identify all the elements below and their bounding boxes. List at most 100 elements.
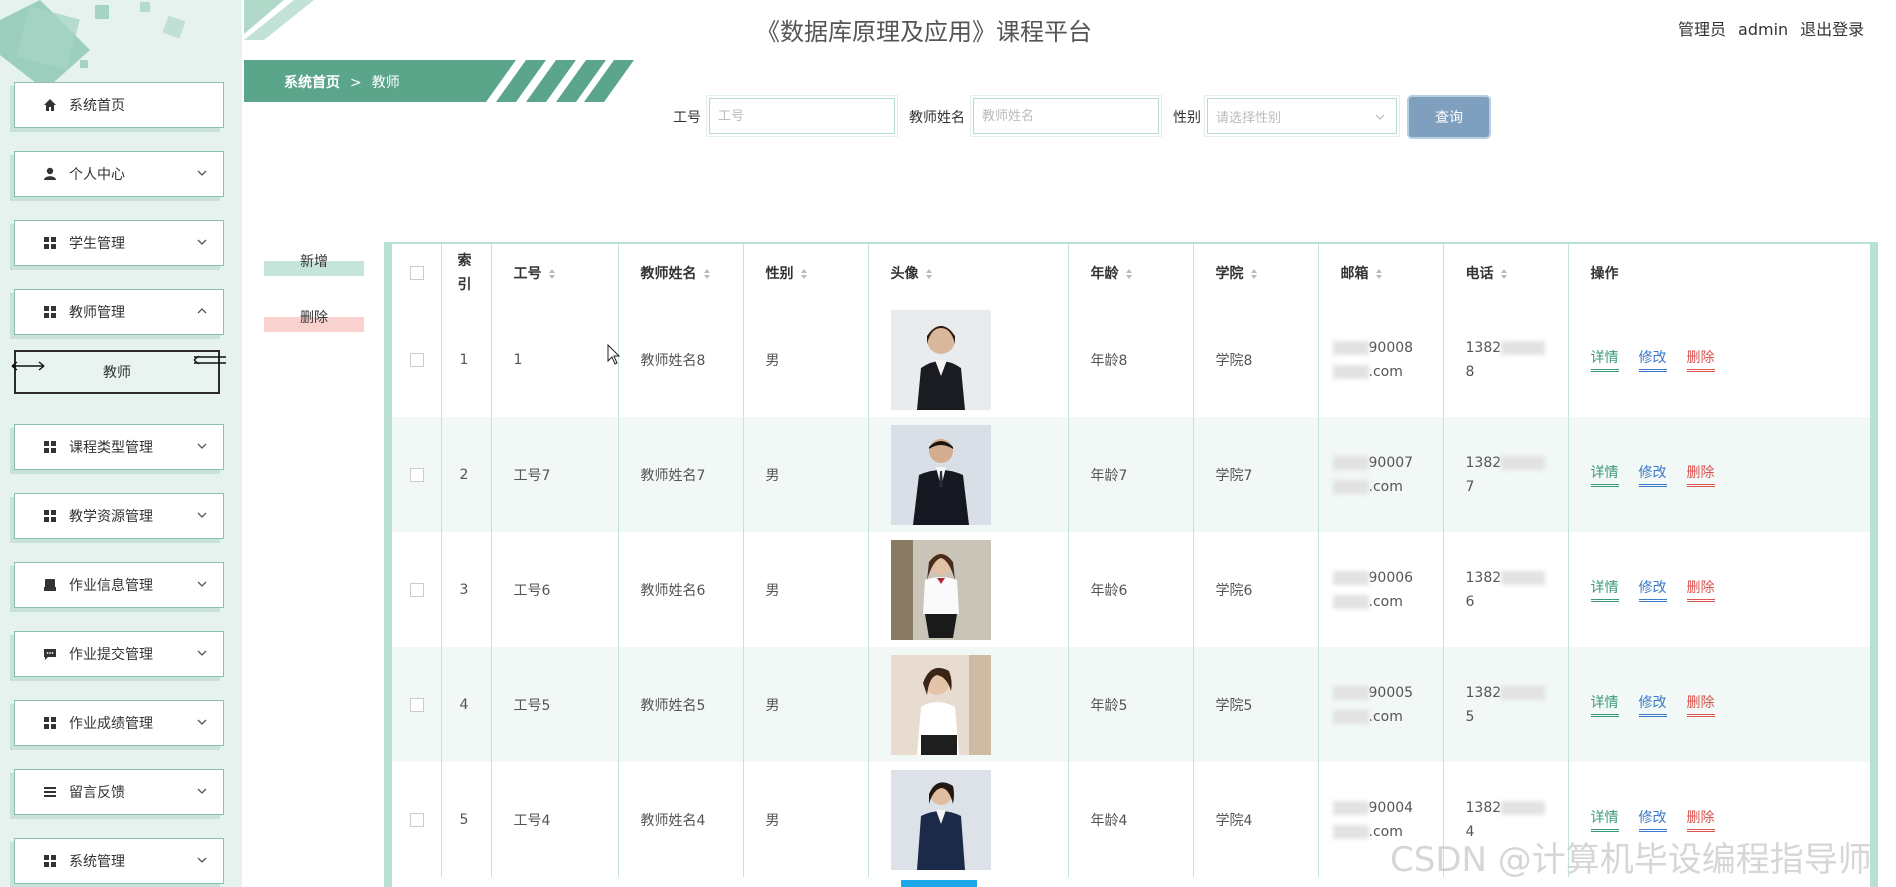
teacher-avatar-image [890, 769, 991, 870]
email-redacted [1332, 570, 1369, 585]
delete-link[interactable]: 删除 [1686, 692, 1715, 717]
row-checkbox[interactable] [410, 582, 424, 597]
delete-link[interactable]: 删除 [1686, 807, 1715, 832]
table-row: 4 工号5 教师姓名5 男 年龄5 学院5 90005 .com 1382 5 [392, 647, 1870, 762]
sidebar-item-course-type-management[interactable]: 课程类型管理 [14, 424, 224, 470]
chat-icon [41, 645, 59, 663]
email-part-2: .com [1368, 363, 1403, 380]
chevron-up-icon [197, 308, 207, 314]
sort-icon[interactable] [925, 268, 933, 280]
detail-link[interactable]: 详情 [1590, 577, 1619, 602]
sidebar-item-homework-info-management[interactable]: 作业信息管理 [14, 562, 224, 608]
email-redacted [1332, 594, 1369, 609]
grid-icon [41, 234, 59, 252]
sidebar-item-system-management[interactable]: 系统管理 [14, 838, 224, 884]
next-avatar-peek [901, 880, 977, 887]
mouse-cursor-icon [607, 344, 621, 365]
cell-college: 学院7 [1193, 417, 1319, 532]
email-redacted [1332, 800, 1369, 815]
teacher-avatar-image [890, 539, 991, 640]
sidebar-item-teacher-management[interactable]: 教师管理 [14, 289, 224, 335]
delete-link[interactable]: 删除 [1686, 577, 1715, 602]
delete-button[interactable]: 删除 [264, 302, 364, 332]
cell-name: 教师姓名6 [618, 532, 744, 647]
sort-icon[interactable] [800, 268, 808, 280]
breadcrumb-home[interactable]: 系统首页 [284, 75, 340, 91]
query-button[interactable]: 查询 [1409, 97, 1489, 137]
header-college-label: 学院 [1215, 266, 1244, 282]
search-id-input[interactable] [706, 95, 898, 137]
sort-icon[interactable] [703, 268, 711, 280]
header-email-label: 邮箱 [1340, 266, 1369, 282]
header-user-area: 管理员 admin 退出登录 [1678, 16, 1876, 40]
chevron-down-icon [197, 443, 207, 449]
phone-part-1: 1382 [1465, 569, 1502, 586]
header-college[interactable]: 学院 [1193, 244, 1319, 302]
row-checkbox[interactable] [410, 467, 424, 482]
chevron-down-icon [197, 512, 207, 518]
edit-link[interactable]: 修改 [1638, 692, 1667, 717]
sidebar-item-homework-submission-management[interactable]: 作业提交管理 [14, 631, 224, 677]
header-gender[interactable]: 性别 [743, 244, 869, 302]
edit-link[interactable]: 修改 [1638, 807, 1667, 832]
cell-age: 年龄5 [1068, 647, 1194, 762]
sidebar-item-homework-grade-management[interactable]: 作业成绩管理 [14, 700, 224, 746]
sort-icon[interactable] [1375, 268, 1383, 280]
inbox-icon [41, 576, 59, 594]
phone-part-2: 8 [1465, 363, 1475, 380]
edit-link[interactable]: 修改 [1638, 577, 1667, 602]
select-all-checkbox[interactable] [410, 266, 424, 280]
header-age[interactable]: 年龄 [1068, 244, 1194, 302]
phone-part-1: 1382 [1465, 799, 1502, 816]
email-redacted [1332, 479, 1369, 494]
delete-link[interactable]: 删除 [1686, 347, 1715, 372]
sort-icon[interactable] [1250, 268, 1258, 280]
header-avatar[interactable]: 头像 [868, 244, 1069, 302]
row-checkbox[interactable] [410, 697, 424, 712]
cell-id: 工号7 [491, 417, 619, 532]
row-checkbox[interactable] [410, 812, 424, 827]
sort-icon[interactable] [548, 268, 556, 280]
row-checkbox[interactable] [410, 352, 424, 367]
detail-link[interactable]: 详情 [1590, 347, 1619, 372]
sidebar-item-home[interactable]: 系统首页 [14, 82, 224, 128]
phone-redacted [1501, 455, 1546, 470]
cell-avatar [868, 532, 1069, 647]
phone-part-2: 6 [1465, 593, 1475, 610]
resize-arrows-icon [193, 355, 226, 365]
detail-link[interactable]: 详情 [1590, 692, 1619, 717]
header-name[interactable]: 教师姓名 [618, 244, 744, 302]
cell-gender: 男 [743, 532, 869, 647]
edit-link[interactable]: 修改 [1638, 462, 1667, 487]
search-name-input[interactable] [970, 95, 1162, 137]
header-phone[interactable]: 电话 [1443, 244, 1569, 302]
header-id[interactable]: 工号 [491, 244, 619, 302]
email-part-2: .com [1368, 593, 1403, 610]
sidebar-item-label: 教学资源管理 [69, 509, 153, 525]
sort-icon[interactable] [1500, 268, 1508, 280]
detail-link[interactable]: 详情 [1590, 807, 1619, 832]
edit-link[interactable]: 修改 [1638, 347, 1667, 372]
header-email[interactable]: 邮箱 [1318, 244, 1444, 302]
sidebar-item-feedback[interactable]: 留言反馈 [14, 769, 224, 815]
cell-college: 学院4 [1193, 762, 1319, 877]
delete-link[interactable]: 删除 [1686, 462, 1715, 487]
detail-link[interactable]: 详情 [1590, 462, 1619, 487]
sidebar-item-label: 个人中心 [69, 167, 125, 183]
phone-part-2: 7 [1465, 478, 1475, 495]
watermark: CSDN @计算机毕设编程指导师 [1390, 840, 1872, 880]
teacher-avatar-image [890, 654, 991, 755]
cell-phone: 1382 7 [1443, 417, 1569, 532]
email-redacted [1332, 685, 1369, 700]
cell-name: 教师姓名5 [618, 647, 744, 762]
sidebar-item-teaching-resource-management[interactable]: 教学资源管理 [14, 493, 224, 539]
search-gender-select[interactable]: 请选择性别 [1204, 95, 1400, 137]
breadcrumb-separator: > [350, 75, 362, 91]
cell-id: 工号6 [491, 532, 619, 647]
add-button[interactable]: 新增 [264, 246, 364, 276]
sidebar-item-personal-center[interactable]: 个人中心 [14, 151, 224, 197]
sort-icon[interactable] [1125, 268, 1133, 280]
sidebar-item-student-management[interactable]: 学生管理 [14, 220, 224, 266]
logout-link[interactable]: 退出登录 [1800, 20, 1864, 39]
user-icon [41, 165, 59, 183]
